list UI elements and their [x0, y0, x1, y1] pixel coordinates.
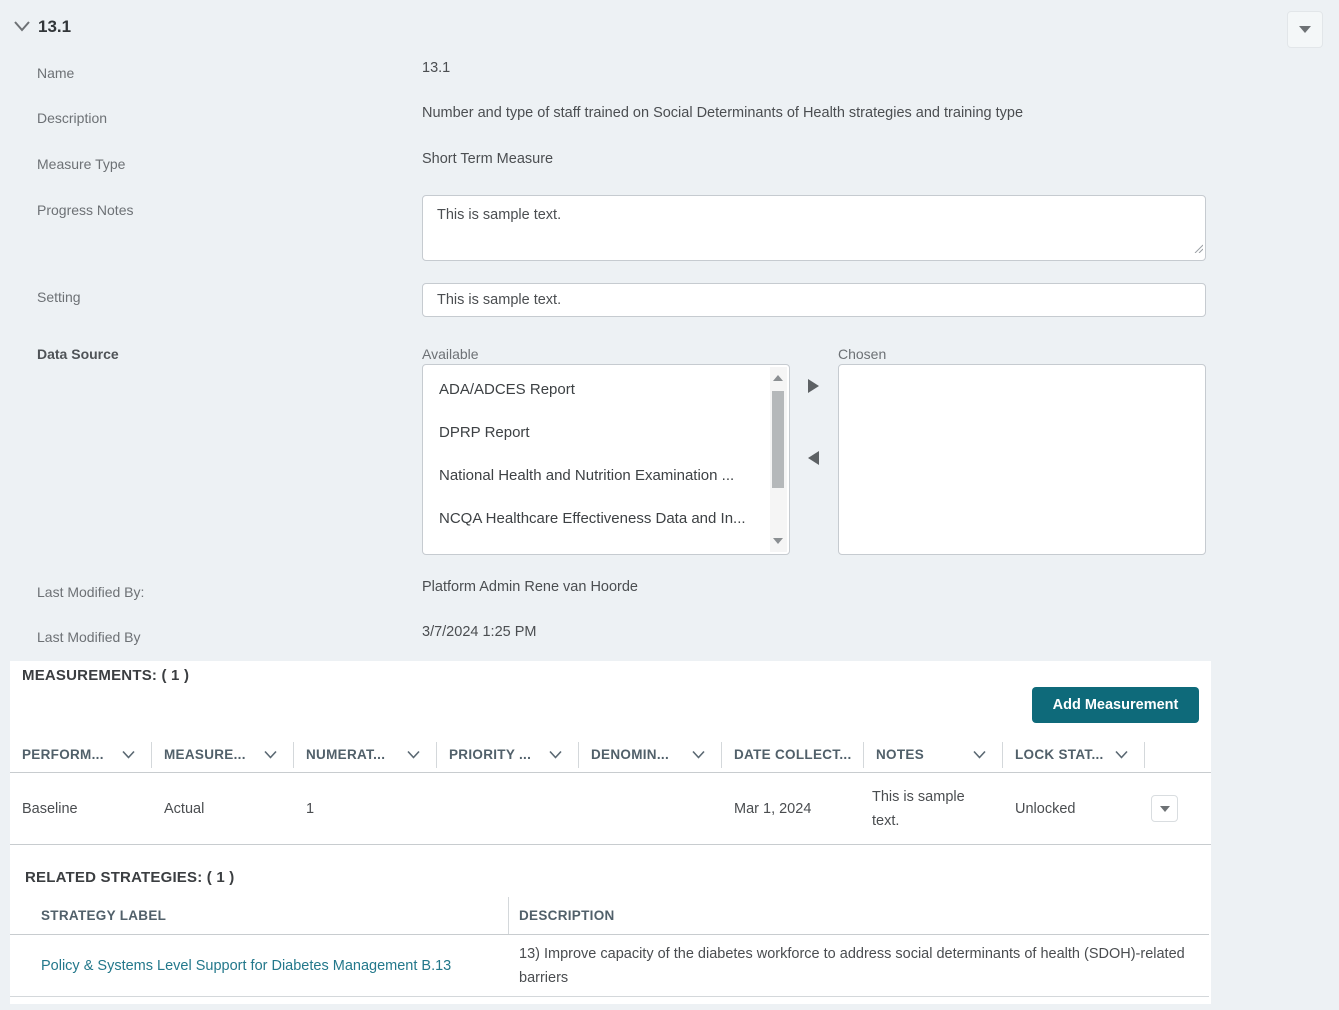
cell-measure: Actual: [152, 801, 294, 817]
add-measurement-button[interactable]: Add Measurement: [1032, 687, 1199, 723]
measure-detail-page: 13.1 Name 13.1 Description Number and ty…: [0, 0, 1339, 1010]
cell-notes: This is sample text.: [872, 785, 970, 833]
list-item[interactable]: NCQA Healthcare Effectiveness Data and I…: [423, 497, 789, 540]
scroll-down-icon[interactable]: [773, 538, 783, 544]
progress-notes-label: Progress Notes: [37, 202, 133, 218]
cell-numerator: 1: [294, 801, 437, 817]
strategy-link[interactable]: Policy & Systems Level Support for Diabe…: [41, 958, 451, 974]
collapse-chevron-icon[interactable]: [13, 19, 31, 38]
chevron-down-icon[interactable]: [122, 747, 135, 762]
last-modified-date-label: Last Modified By: [37, 629, 141, 645]
cell-date-collected: Mar 1, 2024: [722, 801, 864, 817]
progress-notes-textarea[interactable]: [422, 195, 1206, 261]
column-header-numerator[interactable]: NUMERAT...: [294, 742, 437, 768]
column-header-denominator[interactable]: DENOMIN...: [579, 742, 722, 768]
measure-type-value: Short Term Measure: [422, 151, 553, 167]
chevron-down-icon[interactable]: [407, 747, 420, 762]
measurements-panel: MEASUREMENTS: ( 1 ) Add Measurement PERF…: [10, 661, 1211, 1004]
scrollbar[interactable]: [770, 367, 787, 552]
chevron-down-icon[interactable]: [264, 747, 277, 762]
column-header-description[interactable]: DESCRIPTION: [509, 908, 1209, 923]
column-header-measure[interactable]: MEASURE...: [152, 742, 294, 768]
move-left-icon[interactable]: [808, 451, 819, 465]
chosen-list[interactable]: [838, 364, 1206, 555]
description-value: Number and type of staff trained on Soci…: [422, 105, 1162, 121]
strategies-table-header: STRATEGY LABEL DESCRIPTION: [10, 897, 1209, 935]
table-row: Baseline Actual 1 Mar 1, 2024 This is sa…: [10, 773, 1211, 845]
cell-performance: Baseline: [10, 801, 152, 817]
row-menu-button[interactable]: [1151, 795, 1178, 822]
column-header-date-collected[interactable]: DATE COLLECT...: [722, 742, 864, 768]
header-menu-button[interactable]: [1287, 11, 1323, 48]
measure-type-label: Measure Type: [37, 156, 125, 172]
name-value: 13.1: [422, 60, 450, 76]
chevron-down-icon[interactable]: [549, 747, 562, 762]
data-source-label: Data Source: [37, 346, 119, 362]
chevron-down-icon[interactable]: [1115, 747, 1128, 762]
strategy-description: 13) Improve capacity of the diabetes wor…: [519, 942, 1189, 990]
setting-input[interactable]: [422, 283, 1206, 317]
description-label: Description: [37, 110, 107, 126]
chosen-list-label: Chosen: [838, 346, 886, 362]
column-header-performance[interactable]: PERFORM...: [10, 742, 152, 768]
caret-down-icon: [1160, 806, 1170, 812]
cell-lock-status: Unlocked: [1003, 801, 1145, 817]
last-modified-date-value: 3/7/2024 1:25 PM: [422, 624, 536, 640]
column-header-lock-status[interactable]: LOCK STAT...: [1003, 742, 1145, 768]
scroll-up-icon[interactable]: [773, 375, 783, 381]
chevron-down-icon[interactable]: [692, 747, 705, 762]
move-right-icon[interactable]: [808, 379, 819, 393]
page-title: 13.1: [38, 17, 71, 37]
scrollbar-thumb[interactable]: [772, 391, 784, 488]
column-header-actions: [1145, 742, 1211, 768]
chevron-down-icon[interactable]: [973, 747, 986, 762]
available-list: ADA/ADCES Report DPRP Report National He…: [422, 364, 790, 555]
available-list-label: Available: [422, 346, 479, 362]
measurements-section-title: MEASUREMENTS: ( 1 ): [22, 667, 189, 684]
column-header-notes[interactable]: NOTES: [864, 742, 1003, 768]
list-item[interactable]: National Health and Nutrition Examinatio…: [423, 454, 789, 497]
list-item[interactable]: ADA/ADCES Report: [423, 368, 789, 411]
last-modified-by-value: Platform Admin Rene van Hoorde: [422, 579, 638, 595]
measurements-table-header: PERFORM... MEASURE... NUMERAT... PRIORIT…: [10, 737, 1211, 773]
resize-handle-icon[interactable]: [1193, 240, 1203, 258]
related-strategies-section-title: RELATED STRATEGIES: ( 1 ): [25, 869, 234, 886]
setting-label: Setting: [37, 289, 81, 305]
list-item[interactable]: DPRP Report: [423, 411, 789, 454]
caret-down-icon: [1299, 26, 1311, 33]
name-label: Name: [37, 65, 74, 81]
column-header-strategy-label[interactable]: STRATEGY LABEL: [10, 897, 509, 934]
column-header-priority[interactable]: PRIORITY ...: [437, 742, 579, 768]
table-row: Policy & Systems Level Support for Diabe…: [10, 935, 1209, 997]
last-modified-by-label: Last Modified By:: [37, 584, 144, 600]
